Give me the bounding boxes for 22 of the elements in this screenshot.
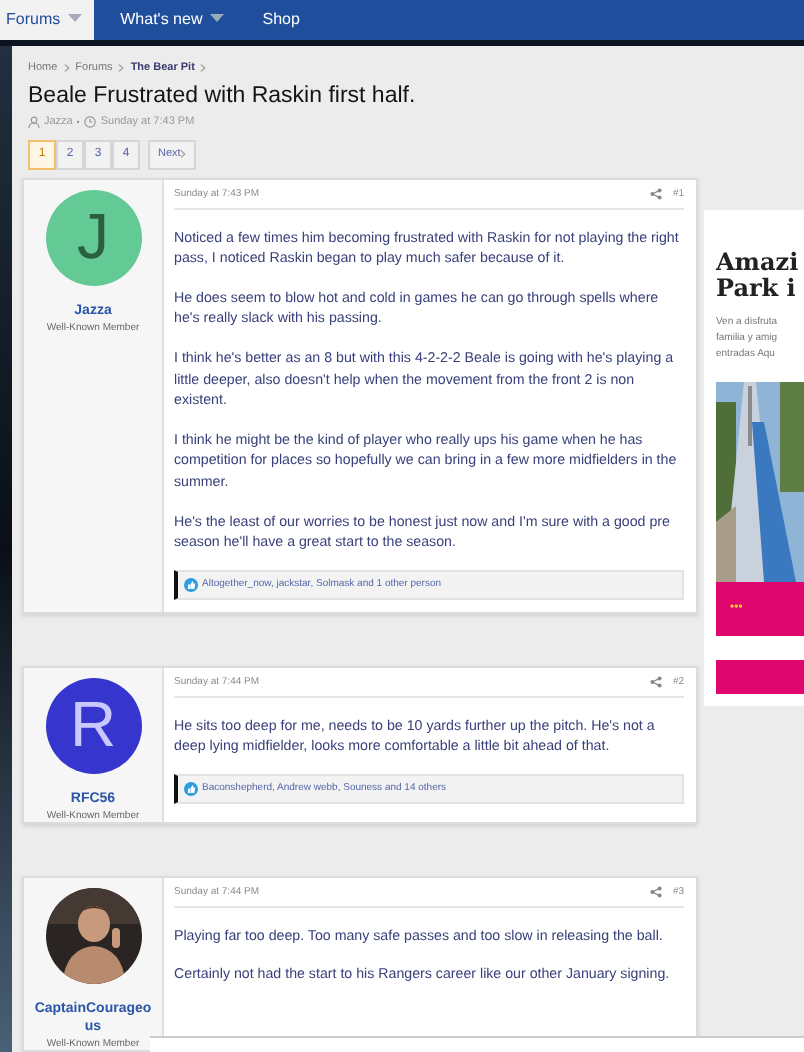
avatar-letter: R	[69, 688, 117, 763]
nav-tab[interactable]: Forums	[0, 0, 95, 40]
ad-heading: Park i	[716, 275, 798, 302]
like-icon	[184, 781, 198, 796]
caret-icon	[210, 14, 225, 25]
caret-icon	[68, 14, 83, 25]
nav-tab[interactable]: Shop	[256, 0, 312, 40]
user-icon	[28, 115, 40, 128]
chevron-icon	[118, 63, 125, 72]
ad-heading: Amazi	[716, 249, 801, 276]
avatar-letter: J	[77, 200, 109, 275]
clock-icon	[84, 115, 97, 128]
chevron-icon	[63, 63, 70, 72]
ad-button[interactable]	[716, 659, 804, 694]
chevron-icon	[200, 63, 207, 72]
chevron-icon	[180, 150, 187, 159]
share-icon[interactable]	[650, 675, 663, 688]
share-icon[interactable]	[650, 187, 663, 200]
like-icon	[184, 577, 198, 592]
thread-title: Beale Frustrated with Raskin first half.	[28, 83, 418, 108]
share-icon[interactable]	[650, 885, 663, 898]
nav-tab[interactable]: What's new	[114, 0, 237, 40]
